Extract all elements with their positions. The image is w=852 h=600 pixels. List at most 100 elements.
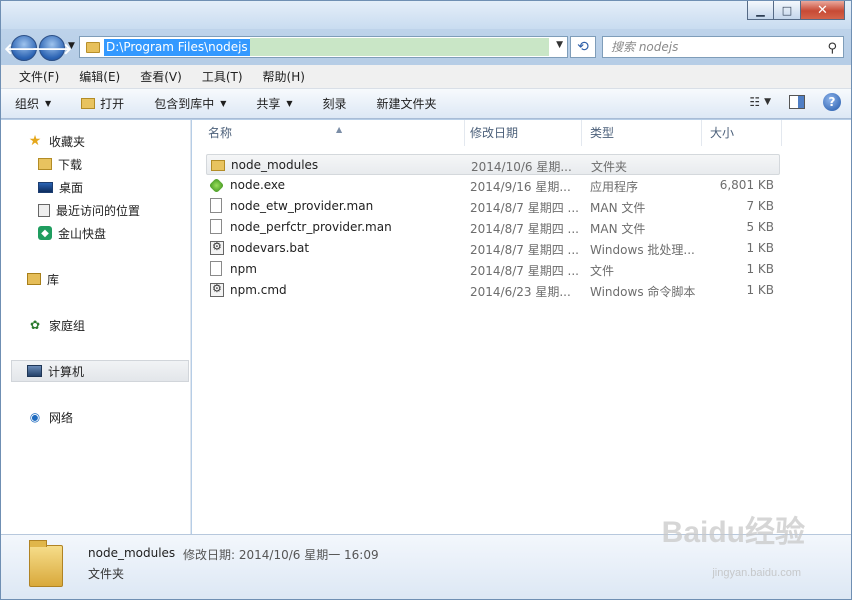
nav-desktop[interactable]: 桌面 — [38, 176, 188, 198]
include-library-label: 包含到库中 — [154, 97, 215, 111]
file-date: 2014/10/6 星期... — [471, 160, 572, 174]
nav-network[interactable]: ◉ 网络 — [27, 406, 187, 428]
nav-recent-places[interactable]: 最近访问的位置 — [38, 199, 188, 221]
nav-libraries-label: 库 — [47, 272, 60, 287]
history-dropdown-icon[interactable]: ▼ — [68, 41, 75, 51]
details-type: 文件夹 — [88, 567, 125, 581]
maximize-button[interactable]: □ — [774, 1, 801, 20]
file-date: 2014/9/16 星期... — [470, 180, 571, 194]
nav-favorites[interactable]: ★ 收藏夹 — [27, 130, 187, 152]
file-row[interactable]: node_modules 2014/10/6 星期... 文件夹 — [206, 154, 780, 175]
file-size: 1 KB — [746, 262, 774, 276]
address-dropdown-icon[interactable]: ▼ — [556, 40, 563, 50]
nav-favorites-label: 收藏夹 — [49, 134, 86, 149]
menu-bar: 文件(F) 编辑(E) 查看(V) 工具(T) 帮助(H) — [1, 65, 851, 89]
file-type: 应用程序 — [590, 180, 639, 194]
computer-icon — [27, 365, 42, 377]
large-folder-icon — [29, 540, 63, 587]
nodejs-exe-icon — [208, 177, 225, 194]
watermark-url: jingyan.baidu.com — [712, 567, 801, 579]
column-name-label: 名称 — [208, 126, 233, 140]
desktop-icon — [38, 181, 53, 193]
column-header-type[interactable]: 类型 — [582, 120, 702, 146]
details-name: node_modules — [88, 546, 176, 560]
file-size: 5 KB — [746, 220, 774, 234]
file-row[interactable]: node.exe 2014/9/16 星期... 应用程序 6,801 KB — [206, 175, 780, 196]
file-type: 文件夹 — [591, 160, 628, 174]
menu-tools[interactable]: 工具(T) — [192, 68, 253, 85]
search-placeholder: 搜索 nodejs — [611, 40, 679, 54]
include-in-library-button[interactable]: 包含到库中 ▼ — [154, 95, 226, 112]
file-size: 1 KB — [746, 283, 774, 297]
address-bar[interactable]: D:\Program Files\nodejs ▼ — [79, 36, 568, 58]
nav-computer[interactable]: 计算机 — [11, 360, 189, 382]
nav-libraries[interactable]: 库 — [27, 268, 187, 290]
title-bar[interactable]: ▁ □ ✕ — [1, 1, 851, 29]
address-row: 🡐 🡒 ▼ D:\Program Files\nodejs ▼ ⟲ 搜索 nod… — [1, 29, 851, 65]
downloads-folder-icon — [38, 158, 52, 170]
nav-downloads[interactable]: 下载 — [38, 153, 188, 175]
search-input[interactable]: 搜索 nodejs ⚲ — [602, 36, 844, 58]
file-type: Windows 命令脚本 — [590, 285, 696, 299]
menu-help[interactable]: 帮助(H) — [253, 68, 315, 85]
file-type: Windows 批处理... — [590, 243, 695, 257]
file-row[interactable]: node_etw_provider.man 2014/8/7 星期四 ... M… — [206, 196, 780, 217]
open-label: 打开 — [100, 97, 125, 111]
file-name: node_modules — [231, 158, 319, 172]
nav-homegroup[interactable]: ✿ 家庭组 — [27, 314, 187, 336]
file-list-pane: ▲ 名称 修改日期 类型 大小 node_modules 2014/10/6 星… — [192, 120, 851, 534]
file-name: node.exe — [230, 178, 286, 192]
view-dropdown-icon[interactable]: ▼ — [764, 97, 771, 107]
forward-button[interactable]: 🡒 — [32, 35, 72, 61]
open-button[interactable]: 打开 — [81, 95, 124, 112]
share-button[interactable]: 共享 ▼ — [256, 95, 292, 112]
close-button[interactable]: ✕ — [801, 1, 845, 20]
navigation-pane: ★ 收藏夹 下载 桌面 最近访问的位置 ◆ 金山快盘 库 ✿ 家庭组 计算机 ◉… — [1, 120, 191, 534]
column-header-size[interactable]: 大小 — [702, 120, 782, 146]
file-type: 文件 — [590, 264, 615, 278]
nav-downloads-label: 下载 — [58, 157, 83, 172]
menu-edit[interactable]: 编辑(E) — [69, 68, 130, 85]
file-type: MAN 文件 — [590, 222, 646, 236]
nav-network-label: 网络 — [49, 410, 74, 425]
preview-pane-icon[interactable] — [789, 95, 805, 109]
homegroup-icon: ✿ — [29, 318, 41, 332]
organize-button[interactable]: 组织 ▼ — [15, 95, 51, 112]
burn-button[interactable]: 刻录 — [323, 95, 347, 112]
nav-kuaipan-label: 金山快盘 — [58, 226, 107, 241]
help-icon[interactable]: ? — [823, 93, 841, 111]
chevron-down-icon: ▼ — [45, 99, 52, 108]
file-name: nodevars.bat — [230, 241, 310, 255]
minimize-button[interactable]: ▁ — [747, 1, 774, 20]
column-type-label: 类型 — [590, 126, 615, 140]
column-size-label: 大小 — [710, 126, 735, 140]
menu-file[interactable]: 文件(F) — [9, 68, 69, 85]
new-folder-button[interactable]: 新建文件夹 — [377, 95, 437, 112]
address-input[interactable]: D:\Program Files\nodejs — [104, 38, 250, 56]
organize-label: 组织 — [15, 97, 40, 111]
column-header-date[interactable]: 修改日期 — [462, 120, 582, 146]
nav-homegroup-label: 家庭组 — [49, 318, 86, 333]
file-row[interactable]: node_perfctr_provider.man 2014/8/7 星期四 .… — [206, 217, 780, 238]
file-row[interactable]: npm.cmd 2014/6/23 星期... Windows 命令脚本 1 K… — [206, 280, 780, 301]
refresh-button[interactable]: ⟲ — [570, 36, 596, 58]
star-icon: ★ — [28, 133, 42, 149]
file-size: 6,801 KB — [719, 178, 774, 192]
recent-places-icon — [38, 203, 50, 217]
nav-recent-label: 最近访问的位置 — [56, 203, 141, 218]
file-size: 7 KB — [746, 199, 774, 213]
file-size: 1 KB — [746, 241, 774, 255]
column-header-name[interactable]: ▲ 名称 — [200, 120, 465, 146]
search-icon[interactable]: ⚲ — [827, 39, 837, 59]
nav-kuaipan[interactable]: ◆ 金山快盘 — [38, 222, 188, 244]
file-row[interactable]: npm 2014/8/7 星期四 ... 文件 1 KB — [206, 259, 780, 280]
folder-icon — [211, 160, 225, 171]
nav-computer-label: 计算机 — [48, 364, 85, 379]
document-icon — [210, 219, 222, 234]
view-options-icon[interactable]: ☷ — [749, 95, 760, 109]
details-modified: 修改日期: 2014/10/6 星期一 16:09 — [183, 548, 379, 562]
library-icon — [27, 273, 41, 285]
file-row[interactable]: nodevars.bat 2014/8/7 星期四 ... Windows 批处… — [206, 238, 780, 259]
menu-view[interactable]: 查看(V) — [130, 68, 192, 85]
command-bar: 组织 ▼ 打开 包含到库中 ▼ 共享 ▼ 刻录 新建文件夹 ☷ ▼ ? — [1, 89, 851, 119]
